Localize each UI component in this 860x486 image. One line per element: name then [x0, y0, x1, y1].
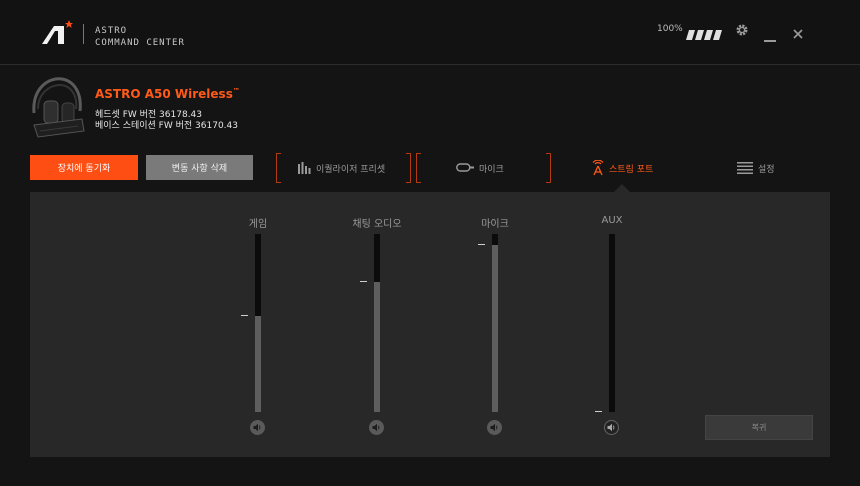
volume-fill [255, 316, 261, 412]
tab-label: 이퀄라이저 프리셋 [316, 164, 386, 175]
equalizer-icon [298, 162, 311, 174]
battery-percentage: 100% [657, 24, 683, 34]
mute-speaker-icon[interactable] [250, 420, 265, 435]
brand-line-1: ASTRO [95, 26, 128, 36]
channel-label: 게임 [248, 219, 268, 230]
mute-speaker-icon[interactable] [369, 420, 384, 435]
mute-speaker-icon[interactable] [604, 420, 619, 435]
volume-slider[interactable] [492, 234, 498, 412]
device-name: ASTRO A50 Wireless™ [95, 87, 240, 101]
tab-bracket [416, 153, 421, 183]
slider-handle[interactable] [241, 315, 248, 316]
slider-handle[interactable] [360, 281, 367, 282]
settings-gear-icon[interactable] [735, 22, 749, 41]
stream-tower-icon [592, 160, 604, 176]
tab-microphone[interactable]: 마이크 [456, 158, 504, 178]
active-tab-pointer [614, 184, 630, 192]
volume-slider[interactable] [609, 234, 615, 412]
title-bar: ASTRO COMMAND CENTER 100% [0, 0, 860, 65]
tab-settings[interactable]: 설정 [737, 158, 775, 178]
tab-bracket [276, 153, 281, 183]
volume-slider[interactable] [255, 234, 261, 412]
tab-label: 스트림 포트 [609, 164, 654, 175]
settings-list-icon [737, 162, 753, 174]
battery-icon [686, 25, 722, 44]
volume-fill [374, 282, 380, 412]
microphone-icon [456, 163, 474, 173]
app-name: ASTRO COMMAND CENTER [95, 25, 185, 49]
tab-label: 설정 [758, 164, 775, 175]
volume-slider[interactable] [374, 234, 380, 412]
astro-logo [40, 20, 74, 50]
slider-handle[interactable] [595, 411, 602, 412]
reset-button[interactable]: 복귀 [705, 415, 813, 440]
mute-speaker-icon[interactable] [487, 420, 502, 435]
base-station-fw-version: 베이스 스테이션 FW 버전 36170.43 [95, 121, 238, 131]
channel-label: 마이크 [481, 219, 509, 230]
close-icon[interactable] [793, 24, 803, 43]
volume-fill [492, 245, 498, 412]
tab-equalizer-presets[interactable]: 이퀄라이저 프리셋 [298, 158, 385, 178]
channel-label: AUX [601, 215, 623, 226]
sync-to-device-button[interactable]: 장치에 동기화 [30, 155, 138, 180]
minimize-icon[interactable] [764, 28, 776, 47]
slider-handle[interactable] [478, 244, 485, 245]
logo-divider [83, 24, 84, 44]
tab-bracket [546, 153, 551, 183]
tab-bracket [406, 153, 411, 183]
trademark: ™ [232, 87, 240, 95]
discard-changes-button[interactable]: 변동 사항 삭제 [146, 155, 253, 180]
brand-line-2: COMMAND CENTER [95, 38, 185, 48]
channel-label: 채팅 오디오 [352, 219, 402, 230]
device-info: ASTRO A50 Wireless™ 헤드셋 FW 버전 36178.43 베… [0, 65, 860, 145]
tab-label: 마이크 [479, 164, 504, 175]
tab-stream-port[interactable]: 스트림 포트 [592, 158, 653, 178]
headset-image [28, 73, 88, 143]
